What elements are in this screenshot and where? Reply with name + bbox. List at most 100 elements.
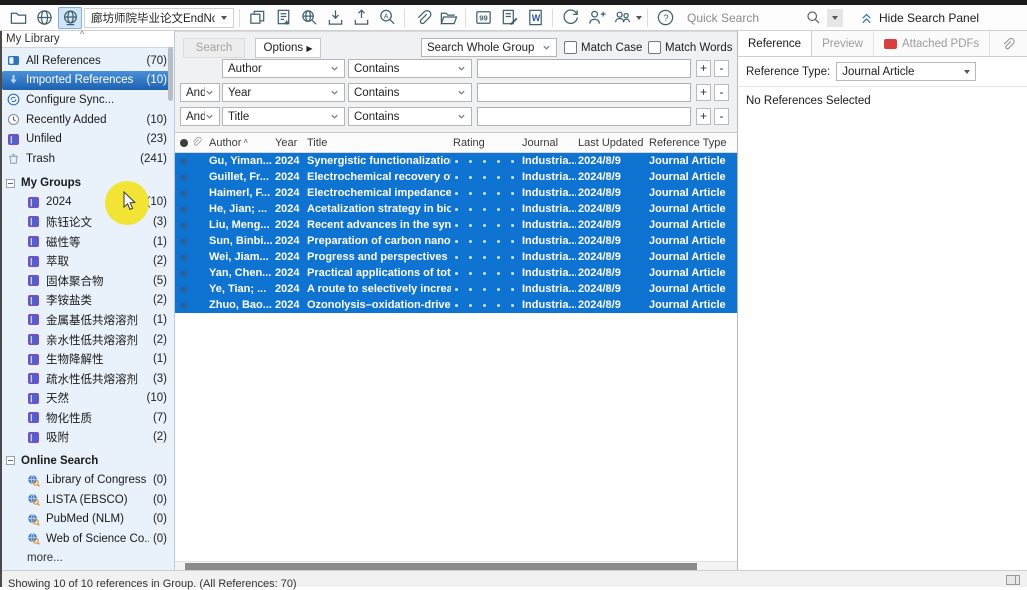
attach-file-icon[interactable] bbox=[410, 7, 434, 29]
remove-criteria-button[interactable]: - bbox=[714, 60, 729, 77]
field-select[interactable]: Year bbox=[222, 83, 345, 102]
rating-dots[interactable] bbox=[451, 288, 520, 291]
reference-row[interactable]: He, Jian; ...2024Acetalization strategy … bbox=[175, 201, 737, 217]
tab-reference[interactable]: Reference bbox=[738, 31, 812, 56]
reference-row[interactable]: Gu, Yiman...2024Synergistic functionaliz… bbox=[175, 153, 737, 169]
field-select[interactable]: Author bbox=[222, 59, 345, 78]
reference-row[interactable]: Zhuo, Bao...2024Ozonolysis–oxidation-dri… bbox=[175, 297, 737, 313]
layout-toggle-icon[interactable] bbox=[1006, 575, 1020, 585]
format-bibliography-icon[interactable] bbox=[497, 7, 521, 29]
reference-row[interactable]: Yan, Chen...2024Practical applications o… bbox=[175, 265, 737, 281]
match-case-checkbox[interactable]: Match Case bbox=[564, 41, 642, 54]
sidebar-item[interactable]: All References(70) bbox=[0, 51, 174, 71]
reference-row[interactable]: Wei, Jiam...2024Progress and perspective… bbox=[175, 249, 737, 265]
shared-library-icon[interactable] bbox=[58, 7, 82, 29]
sidebar-item[interactable]: Imported References(10) bbox=[2, 71, 172, 91]
search-term-input[interactable] bbox=[477, 83, 691, 102]
rating-dots[interactable] bbox=[451, 160, 520, 163]
boolean-select[interactable]: And bbox=[180, 107, 220, 126]
unread-column-icon[interactable] bbox=[180, 139, 188, 147]
sidebar-item[interactable]: 物化性质(7) bbox=[0, 408, 174, 428]
search-scope-select[interactable]: Search Whole Group bbox=[421, 38, 557, 57]
field-select[interactable]: Title bbox=[222, 107, 345, 126]
sidebar-item[interactable]: Unfiled(23) bbox=[0, 129, 174, 149]
my-groups-header[interactable]: My Groups bbox=[0, 174, 174, 193]
column-header-year[interactable]: Year bbox=[273, 137, 305, 149]
rating-dots[interactable] bbox=[451, 272, 520, 275]
rating-dots[interactable] bbox=[451, 192, 520, 195]
sidebar-item[interactable]: 吸附(2) bbox=[0, 428, 174, 448]
comparator-select[interactable]: Contains bbox=[348, 83, 472, 102]
column-header-rating[interactable]: Rating bbox=[451, 137, 520, 149]
sidebar-item[interactable]: PubMed (NLM)(0) bbox=[0, 509, 174, 529]
help-icon[interactable]: ? bbox=[653, 7, 677, 29]
quick-search-icon[interactable] bbox=[801, 7, 825, 29]
new-reference-icon[interactable] bbox=[271, 7, 295, 29]
sidebar-item[interactable]: 2024(10) bbox=[0, 193, 174, 213]
sidebar-item[interactable]: 陈钰论文(3) bbox=[0, 212, 174, 232]
sidebar-item[interactable]: 李铵盐类(2) bbox=[0, 291, 174, 311]
rating-dots[interactable] bbox=[451, 224, 520, 227]
reference-row[interactable]: Liu, Meng...2024Recent advances in the s… bbox=[175, 217, 737, 233]
comparator-select[interactable]: Contains bbox=[348, 59, 472, 78]
sidebar-item[interactable]: 生物降解性(1) bbox=[0, 349, 174, 369]
reference-row[interactable]: Guillet, Fr...2024Electrochemical recove… bbox=[175, 169, 737, 185]
quick-search-dropdown-icon[interactable] bbox=[827, 9, 843, 27]
word-cwyw-icon[interactable]: W bbox=[523, 7, 547, 29]
column-header-author[interactable]: Author˄ bbox=[207, 137, 273, 149]
sidebar-item[interactable]: 固体聚合物(5) bbox=[0, 271, 174, 291]
search-term-input[interactable] bbox=[477, 107, 691, 126]
new-library-icon[interactable] bbox=[6, 7, 30, 29]
sidebar-item[interactable]: 亲水性低共熔溶剂(2) bbox=[0, 330, 174, 350]
sidebar-item[interactable]: 天然(10) bbox=[0, 389, 174, 409]
open-attachment-icon[interactable] bbox=[436, 7, 460, 29]
comparator-select[interactable]: Contains bbox=[348, 107, 472, 126]
collapse-expander-icon[interactable] bbox=[6, 179, 15, 188]
add-criteria-button[interactable]: + bbox=[696, 108, 711, 125]
sidebar-item[interactable]: 疏水性低共熔溶剂(3) bbox=[0, 369, 174, 389]
remove-criteria-button[interactable]: - bbox=[714, 84, 729, 101]
copy-references-icon[interactable] bbox=[245, 7, 269, 29]
sidebar-item[interactable]: Web of Science Co...(0) bbox=[0, 529, 174, 549]
sidebar-item[interactable]: 磁性等(1) bbox=[0, 232, 174, 252]
sidebar-item[interactable]: Recently Added(10) bbox=[0, 110, 174, 130]
library-selector[interactable]: 廊坊师院毕业论文EndNote模板 bbox=[84, 8, 234, 28]
options-button[interactable]: Options ▶ bbox=[255, 38, 321, 58]
add-criteria-button[interactable]: + bbox=[696, 60, 711, 77]
match-words-checkbox[interactable]: Match Words bbox=[648, 41, 733, 54]
reference-row[interactable]: Sun, Binbi...2024Preparation of carbon n… bbox=[175, 233, 737, 249]
insert-citation-icon[interactable]: 99 bbox=[471, 7, 495, 29]
scrollbar-thumb[interactable] bbox=[185, 563, 697, 570]
sidebar-item[interactable]: LISTA (EBSCO)(0) bbox=[0, 490, 174, 510]
my-library-pane-header[interactable]: My Library ^ bbox=[0, 31, 174, 48]
attachment-column-icon[interactable] bbox=[190, 135, 207, 151]
sync-icon[interactable] bbox=[558, 7, 582, 29]
horizontal-scrollbar[interactable] bbox=[175, 561, 737, 570]
online-search-header[interactable]: Online Search bbox=[0, 451, 174, 470]
collapse-expander-icon[interactable] bbox=[6, 456, 15, 465]
hide-search-panel-button[interactable]: Hide Search Panel bbox=[859, 10, 979, 25]
column-header-title[interactable]: Title bbox=[305, 137, 451, 149]
sidebar-item[interactable]: Configure Sync... bbox=[0, 90, 174, 110]
open-shared-library-icon[interactable] bbox=[32, 7, 56, 29]
boolean-select[interactable]: And bbox=[180, 83, 220, 102]
add-criteria-button[interactable]: + bbox=[696, 84, 711, 101]
sidebar-item[interactable]: 萃取(2) bbox=[0, 251, 174, 271]
sidebar-item[interactable]: 金属基低共熔溶剂(1) bbox=[0, 310, 174, 330]
more-link[interactable]: more... bbox=[0, 549, 174, 569]
tab-preview[interactable]: Preview bbox=[812, 31, 874, 56]
column-header-reference-type[interactable]: Reference Type bbox=[647, 137, 737, 149]
collapse-chevron-icon[interactable]: ^ bbox=[80, 29, 84, 39]
rating-dots[interactable] bbox=[451, 256, 520, 259]
reference-row[interactable]: Ye, Tian; ...2024A route to selectively … bbox=[175, 281, 737, 297]
search-button[interactable]: Search bbox=[183, 38, 245, 58]
reference-row[interactable]: Haimerl, F...2024Electrochemical impedan… bbox=[175, 185, 737, 201]
remove-criteria-button[interactable]: - bbox=[714, 108, 729, 125]
rating-dots[interactable] bbox=[451, 176, 520, 179]
rating-dots[interactable] bbox=[451, 240, 520, 243]
attach-pdf-icon[interactable] bbox=[990, 31, 1025, 56]
search-term-input[interactable] bbox=[477, 59, 691, 78]
quick-search-input[interactable] bbox=[687, 8, 799, 28]
sidebar-scrollbar[interactable] bbox=[168, 47, 173, 101]
sidebar-item[interactable]: Library of Congress(0) bbox=[0, 470, 174, 490]
